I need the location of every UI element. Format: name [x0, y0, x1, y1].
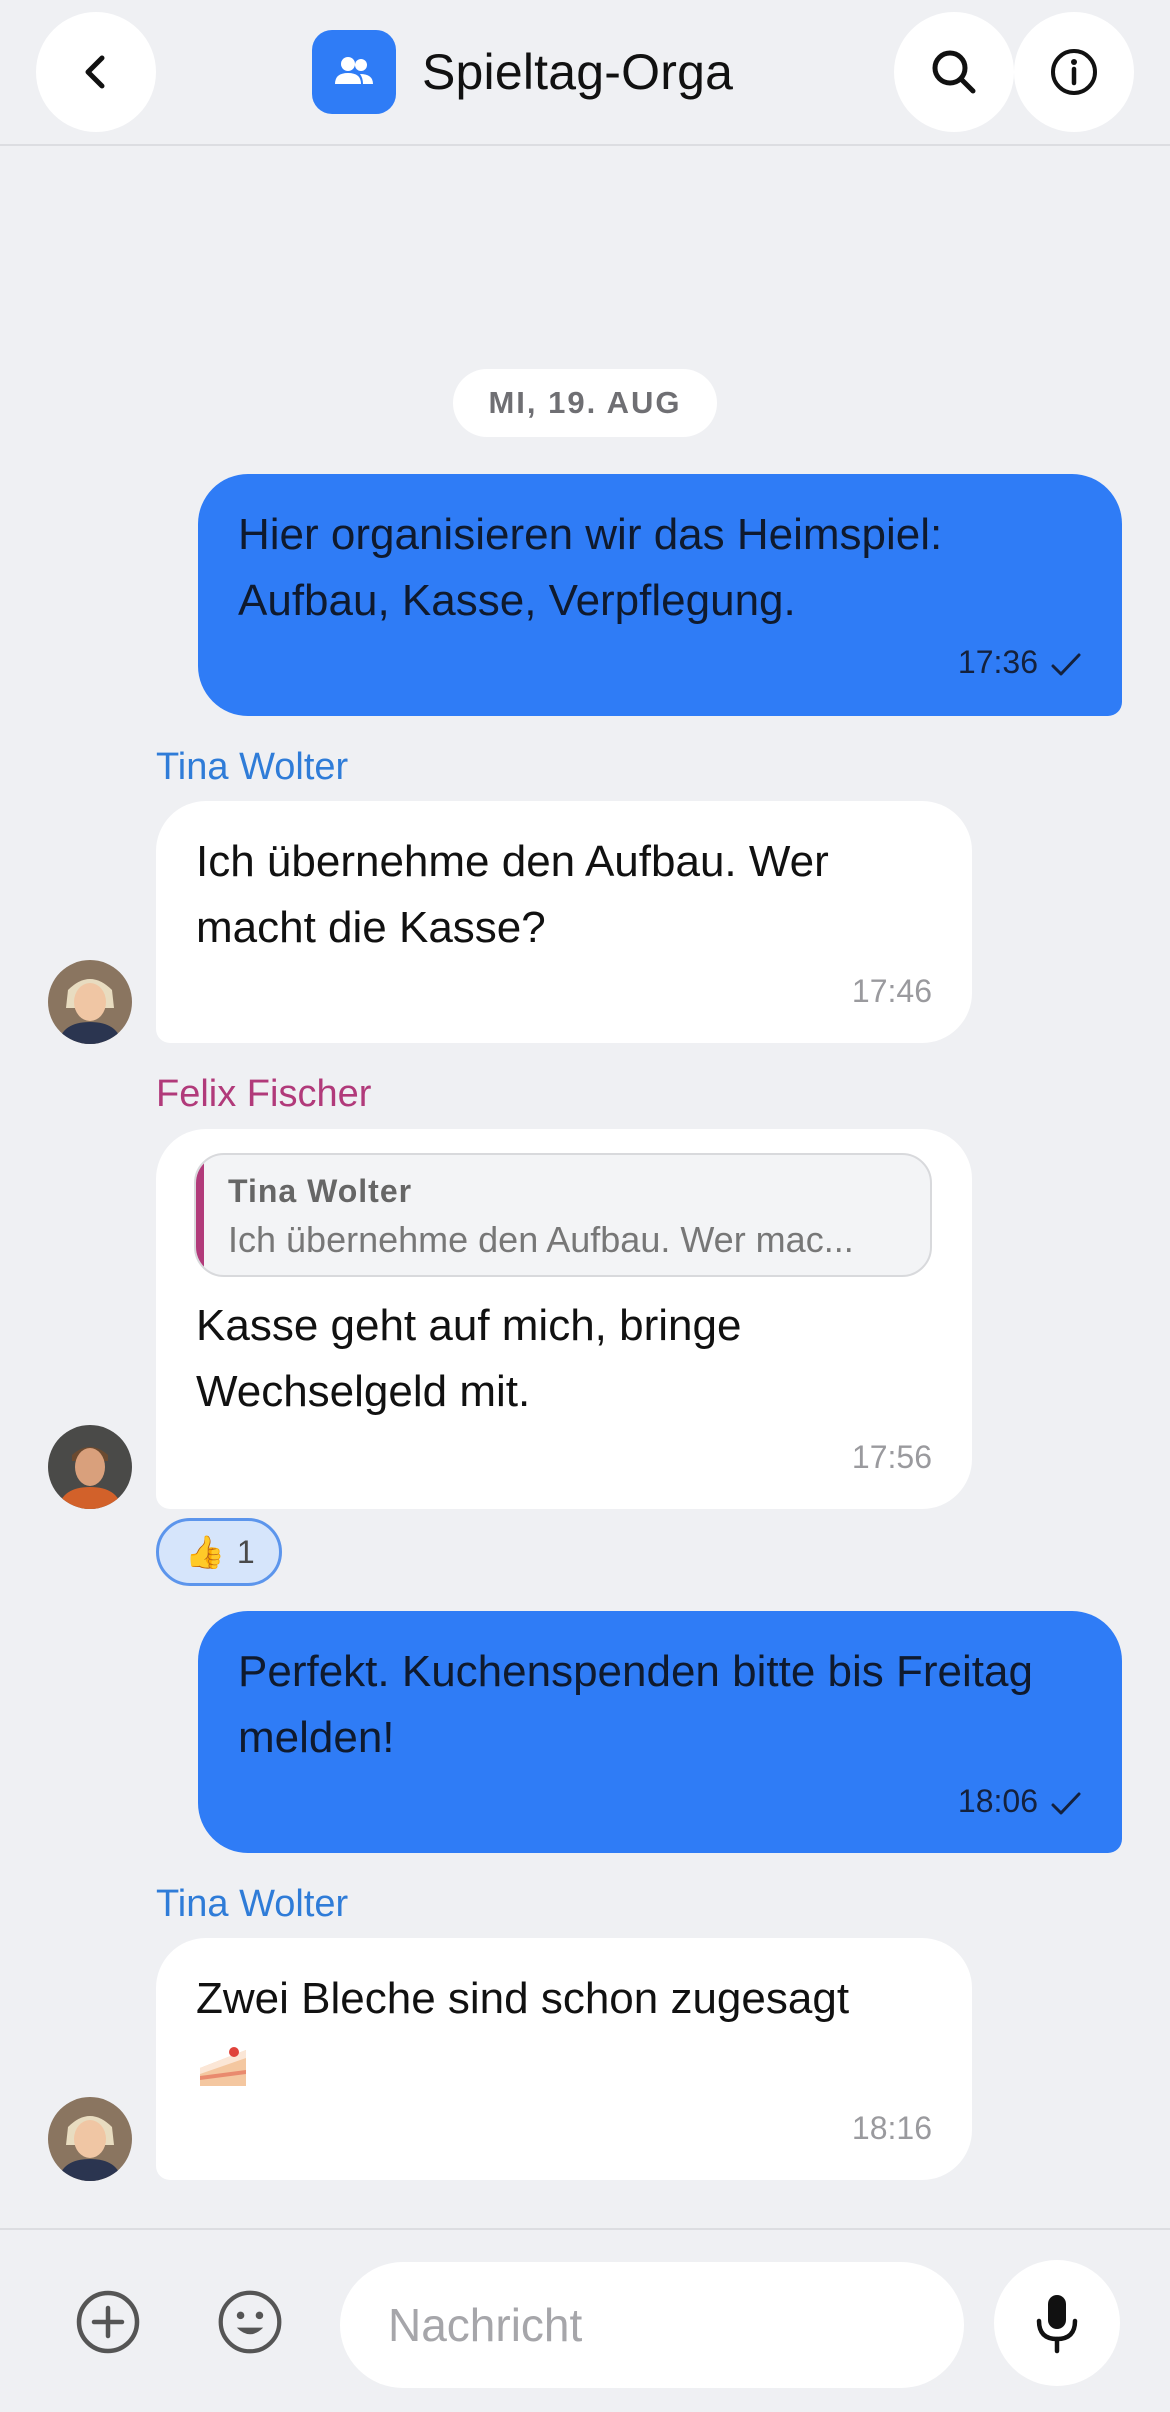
message-text: Kasse geht auf mich, bringe Wechselgeld …	[196, 1301, 742, 1416]
chevron-left-icon	[85, 55, 105, 89]
microphone-button[interactable]	[994, 2260, 1120, 2386]
quote-text: Ich übernehme den Aufbau. Wer mac...	[228, 1219, 854, 1260]
search-button[interactable]	[894, 12, 1014, 132]
avatar-felix-fischer[interactable]	[48, 1425, 132, 1509]
microphone-icon	[1036, 2295, 1078, 2354]
reply-quote[interactable]: Tina Wolter Ich übernehme den Aufbau. We…	[194, 1153, 932, 1277]
plus-circle-icon	[76, 2290, 140, 2354]
check-icon	[1051, 1792, 1081, 1815]
info-button[interactable]	[1014, 12, 1134, 132]
message-text: Ich übernehme den Aufbau. Wer macht die …	[196, 837, 829, 952]
chat-header: Spieltag-Orga	[0, 0, 1170, 146]
message-input[interactable]	[340, 2262, 964, 2388]
message-bubble-outgoing[interactable]: Hier organisieren wir das Heimspiel: Auf…	[198, 474, 1122, 716]
search-icon	[932, 50, 976, 94]
people-icon[interactable]	[312, 30, 396, 114]
date-divider: MI, 19. AUG	[453, 369, 717, 437]
message-bubble-incoming[interactable]: Tina Wolter Ich übernehme den Aufbau. We…	[156, 1129, 972, 1509]
check-icon	[1051, 653, 1081, 676]
smiley-icon	[218, 2290, 282, 2354]
reaction-count: 1	[236, 1533, 255, 1570]
message-composer	[0, 2228, 1170, 2412]
back-button[interactable]	[36, 12, 156, 132]
sender-name[interactable]: Felix Fischer	[156, 1073, 371, 1116]
message-time: 17:56	[851, 1439, 932, 1475]
message-text: Zwei Bleche sind schon zugesagt	[196, 1966, 932, 2098]
attach-button[interactable]	[74, 2288, 142, 2356]
message-time: 17:46	[851, 973, 932, 1009]
avatar-tina-wolter[interactable]	[48, 2097, 132, 2181]
info-icon	[1051, 49, 1097, 95]
message-time: 17:36	[958, 644, 1082, 681]
cake-icon	[200, 2047, 246, 2087]
quote-accent-bar	[196, 1155, 204, 1275]
message-time: 18:16	[851, 2110, 932, 2146]
emoji-button[interactable]	[216, 2288, 284, 2356]
reaction-chip[interactable]: 👍 1	[156, 1518, 282, 1586]
message-bubble-incoming[interactable]: Zwei Bleche sind schon zugesagt 18:16	[156, 1938, 972, 2180]
sender-name[interactable]: Tina Wolter	[156, 746, 348, 789]
quote-sender: Tina Wolter	[228, 1173, 413, 1209]
sender-name[interactable]: Tina Wolter	[156, 1883, 348, 1926]
avatar-tina-wolter[interactable]	[48, 960, 132, 1044]
message-bubble-incoming[interactable]: Ich übernehme den Aufbau. Wer macht die …	[156, 801, 972, 1043]
chat-title[interactable]: Spieltag-Orga	[422, 40, 733, 104]
message-text: Hier organisieren wir das Heimspiel: Auf…	[238, 510, 943, 625]
thumbs-up-icon: 👍	[185, 1534, 225, 1570]
message-text: Perfekt. Kuchenspenden bitte bis Freitag…	[238, 1647, 1033, 1762]
message-time: 18:06	[958, 1783, 1082, 1820]
message-bubble-outgoing[interactable]: Perfekt. Kuchenspenden bitte bis Freitag…	[198, 1611, 1122, 1853]
